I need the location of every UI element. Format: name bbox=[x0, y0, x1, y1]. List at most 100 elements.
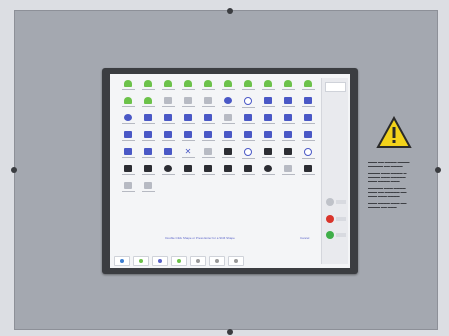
shape-caption bbox=[121, 106, 135, 107]
shape-tile[interactable] bbox=[178, 112, 198, 129]
shape-tile[interactable] bbox=[138, 129, 158, 146]
shape-caption bbox=[201, 157, 215, 158]
taskbar-button[interactable] bbox=[114, 256, 130, 266]
shape-caption bbox=[161, 89, 175, 90]
shape-caption bbox=[281, 140, 295, 141]
shape-tile[interactable] bbox=[258, 129, 278, 146]
shape-tile[interactable] bbox=[238, 95, 258, 112]
shape-tile[interactable] bbox=[118, 112, 138, 129]
shape-tile[interactable] bbox=[218, 163, 238, 180]
sidebar-button-gray[interactable] bbox=[326, 198, 334, 206]
shape-tile[interactable] bbox=[298, 112, 318, 129]
shape-tile[interactable] bbox=[238, 112, 258, 129]
taskbar-button[interactable] bbox=[190, 256, 206, 266]
shape-tile[interactable] bbox=[258, 146, 278, 163]
shape-icon bbox=[144, 148, 152, 155]
shape-caption bbox=[141, 174, 155, 175]
shape-tile[interactable] bbox=[198, 78, 218, 95]
shape-tile[interactable] bbox=[138, 112, 158, 129]
shape-tile[interactable] bbox=[158, 129, 178, 146]
shape-tile[interactable] bbox=[218, 129, 238, 146]
shape-tile[interactable] bbox=[198, 146, 218, 163]
taskbar-icon bbox=[196, 259, 200, 263]
shape-tile[interactable] bbox=[118, 78, 138, 95]
shape-icon bbox=[124, 97, 132, 104]
shape-tile[interactable] bbox=[138, 163, 158, 180]
shape-caption bbox=[261, 157, 275, 158]
shape-tile[interactable] bbox=[218, 95, 238, 112]
shape-tile[interactable] bbox=[298, 95, 318, 112]
shape-caption bbox=[141, 157, 155, 158]
shape-tile[interactable] bbox=[118, 146, 138, 163]
shape-caption bbox=[281, 174, 295, 175]
shape-tile[interactable] bbox=[178, 129, 198, 146]
taskbar-button[interactable] bbox=[209, 256, 225, 266]
shape-tile[interactable] bbox=[258, 78, 278, 95]
shape-tile[interactable] bbox=[258, 112, 278, 129]
taskbar-button[interactable] bbox=[133, 256, 149, 266]
shape-tile[interactable] bbox=[178, 95, 198, 112]
taskbar-icon bbox=[158, 259, 162, 263]
shape-icon bbox=[244, 80, 252, 87]
shape-icon bbox=[124, 80, 132, 87]
sidebar-tab[interactable] bbox=[325, 82, 346, 92]
shape-icon bbox=[184, 131, 192, 138]
shape-tile[interactable] bbox=[178, 163, 198, 180]
shape-tile[interactable] bbox=[158, 112, 178, 129]
shape-tile[interactable] bbox=[198, 129, 218, 146]
shape-tile[interactable] bbox=[118, 95, 138, 112]
shape-tile[interactable] bbox=[178, 78, 198, 95]
shape-icon bbox=[224, 80, 232, 87]
shape-tile[interactable] bbox=[158, 95, 178, 112]
shape-tile[interactable] bbox=[258, 95, 278, 112]
shape-tile[interactable] bbox=[298, 129, 318, 146]
shape-tile[interactable] bbox=[278, 112, 298, 129]
shape-tile[interactable] bbox=[218, 78, 238, 95]
shape-tile[interactable] bbox=[158, 163, 178, 180]
shape-tile[interactable] bbox=[118, 180, 138, 197]
shape-tile[interactable] bbox=[138, 95, 158, 112]
shape-icon bbox=[144, 131, 152, 138]
shape-tile[interactable] bbox=[198, 163, 218, 180]
shape-caption bbox=[241, 174, 255, 175]
shape-tile[interactable] bbox=[238, 129, 258, 146]
go-button[interactable] bbox=[326, 231, 334, 239]
shape-tile[interactable] bbox=[198, 95, 218, 112]
shape-tile[interactable] bbox=[138, 78, 158, 95]
shape-tile[interactable] bbox=[238, 78, 258, 95]
shape-tile[interactable] bbox=[198, 112, 218, 129]
shape-tile[interactable] bbox=[238, 163, 258, 180]
shape-tile[interactable] bbox=[138, 180, 158, 197]
shape-tile[interactable] bbox=[278, 146, 298, 163]
shape-tile[interactable]: ✕ bbox=[178, 146, 198, 163]
stop-button[interactable] bbox=[326, 215, 334, 223]
shape-caption bbox=[221, 157, 235, 158]
shape-tile[interactable] bbox=[278, 78, 298, 95]
shape-tile[interactable] bbox=[158, 78, 178, 95]
shape-tile[interactable] bbox=[218, 146, 238, 163]
shape-tile[interactable] bbox=[298, 146, 318, 163]
shape-tile[interactable] bbox=[118, 163, 138, 180]
shape-tile[interactable] bbox=[218, 112, 238, 129]
shape-tile[interactable] bbox=[278, 129, 298, 146]
taskbar-button[interactable] bbox=[171, 256, 187, 266]
shape-tile bbox=[198, 180, 218, 197]
shape-tile[interactable] bbox=[298, 163, 318, 180]
shape-icon bbox=[184, 80, 192, 87]
shape-tile[interactable] bbox=[238, 146, 258, 163]
taskbar-button[interactable] bbox=[152, 256, 168, 266]
shape-tile[interactable] bbox=[138, 146, 158, 163]
shape-tile[interactable] bbox=[158, 146, 178, 163]
shape-tile[interactable] bbox=[278, 163, 298, 180]
cancel-link[interactable]: Cancel bbox=[300, 235, 316, 241]
shape-tile[interactable] bbox=[258, 163, 278, 180]
shape-icon bbox=[284, 131, 292, 138]
shape-icon bbox=[164, 97, 172, 104]
taskbar-button[interactable] bbox=[228, 256, 244, 266]
shape-palette: ✕ bbox=[118, 78, 318, 197]
shape-icon bbox=[224, 148, 232, 155]
shape-tile[interactable] bbox=[278, 95, 298, 112]
shape-tile[interactable] bbox=[298, 78, 318, 95]
shape-icon bbox=[304, 165, 312, 172]
shape-tile[interactable] bbox=[118, 129, 138, 146]
